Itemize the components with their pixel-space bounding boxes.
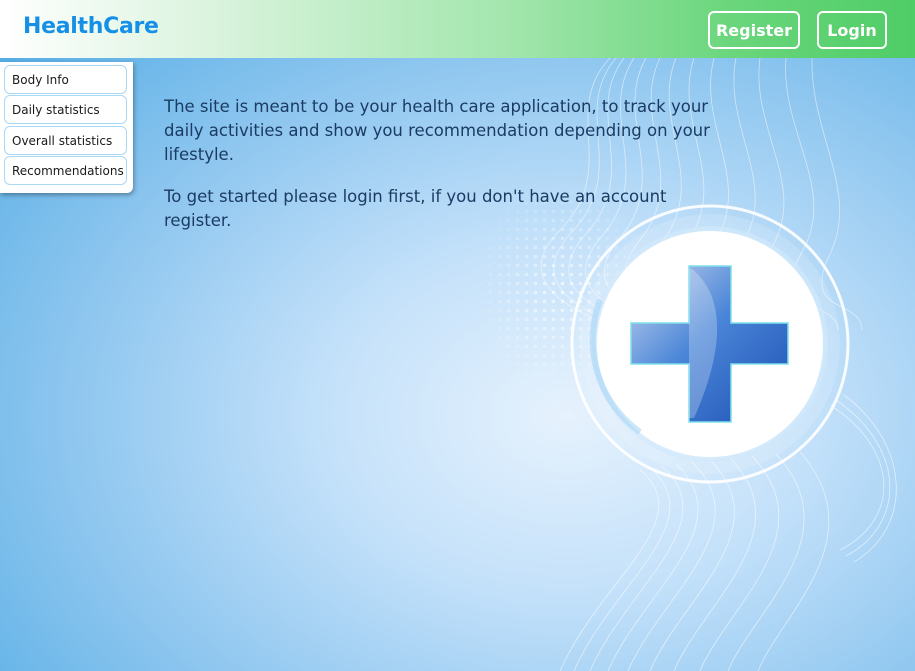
- sidebar-item-body-info[interactable]: Body Info: [4, 65, 127, 94]
- sidebar-item-overall-statistics[interactable]: Overall statistics: [4, 126, 127, 155]
- brand-logo[interactable]: HealthCare: [23, 14, 159, 39]
- main-content: The site is meant to be your health care…: [164, 95, 724, 251]
- getting-started-paragraph: To get started please login first, if yo…: [164, 187, 667, 230]
- sidebar-item-daily-statistics[interactable]: Daily statistics: [4, 95, 127, 124]
- login-button[interactable]: Login: [817, 11, 887, 49]
- top-navbar: HealthCare Register Login: [0, 0, 915, 58]
- sidebar-item-recommendations[interactable]: Recommendations: [4, 156, 127, 185]
- register-button[interactable]: Register: [708, 11, 800, 49]
- sidebar-menu: Body Info Daily statistics Overall stati…: [0, 62, 133, 193]
- intro-paragraph: The site is meant to be your health care…: [164, 97, 710, 164]
